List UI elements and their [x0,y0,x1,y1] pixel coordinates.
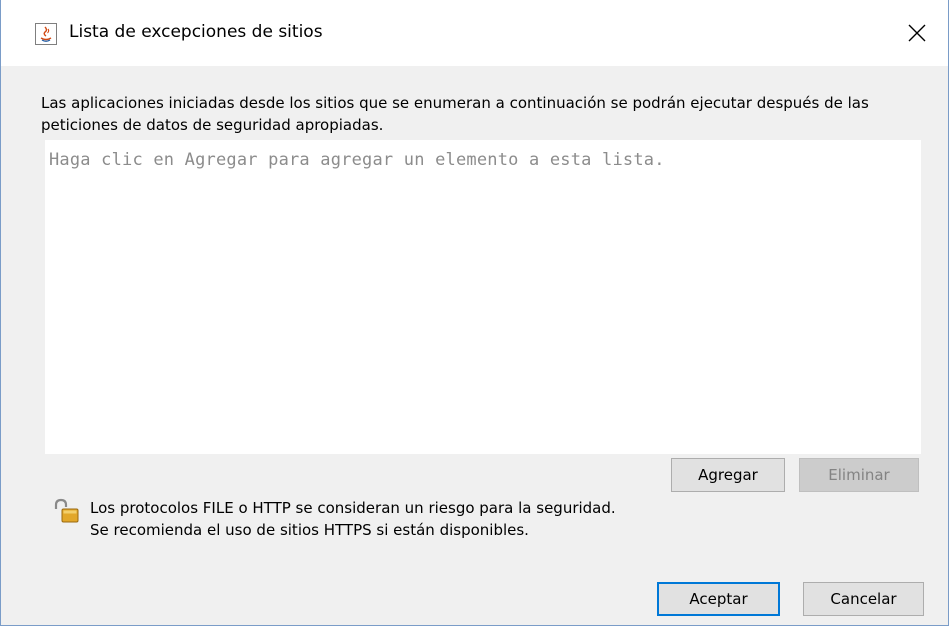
ok-button[interactable]: Aceptar [657,582,780,616]
remove-button[interactable]: Eliminar [799,458,919,492]
close-icon [908,24,926,42]
unlocked-padlock-icon [53,498,79,524]
title-bar[interactable]: Lista de excepciones de sitios [1,0,948,66]
close-button[interactable] [886,0,948,66]
dialog-window: Lista de excepciones de sitios Las aplic… [0,0,949,626]
site-exception-list[interactable]: Haga clic en Agregar para agregar un ele… [45,140,921,454]
window-title: Lista de excepciones de sitios [69,22,323,42]
security-warning: Los protocolos FILE o HTTP se consideran… [90,497,616,541]
cancel-button[interactable]: Cancelar [803,582,924,616]
warning-line-1: Los protocolos FILE o HTTP se consideran… [90,499,616,517]
list-placeholder: Haga clic en Agregar para agregar un ele… [49,150,665,170]
java-icon [35,23,57,45]
add-button[interactable]: Agregar [671,458,785,492]
warning-line-2: Se recomienda el uso de sitios HTTPS si … [90,521,529,539]
description-text: Las aplicaciones iniciadas desde los sit… [41,94,869,134]
